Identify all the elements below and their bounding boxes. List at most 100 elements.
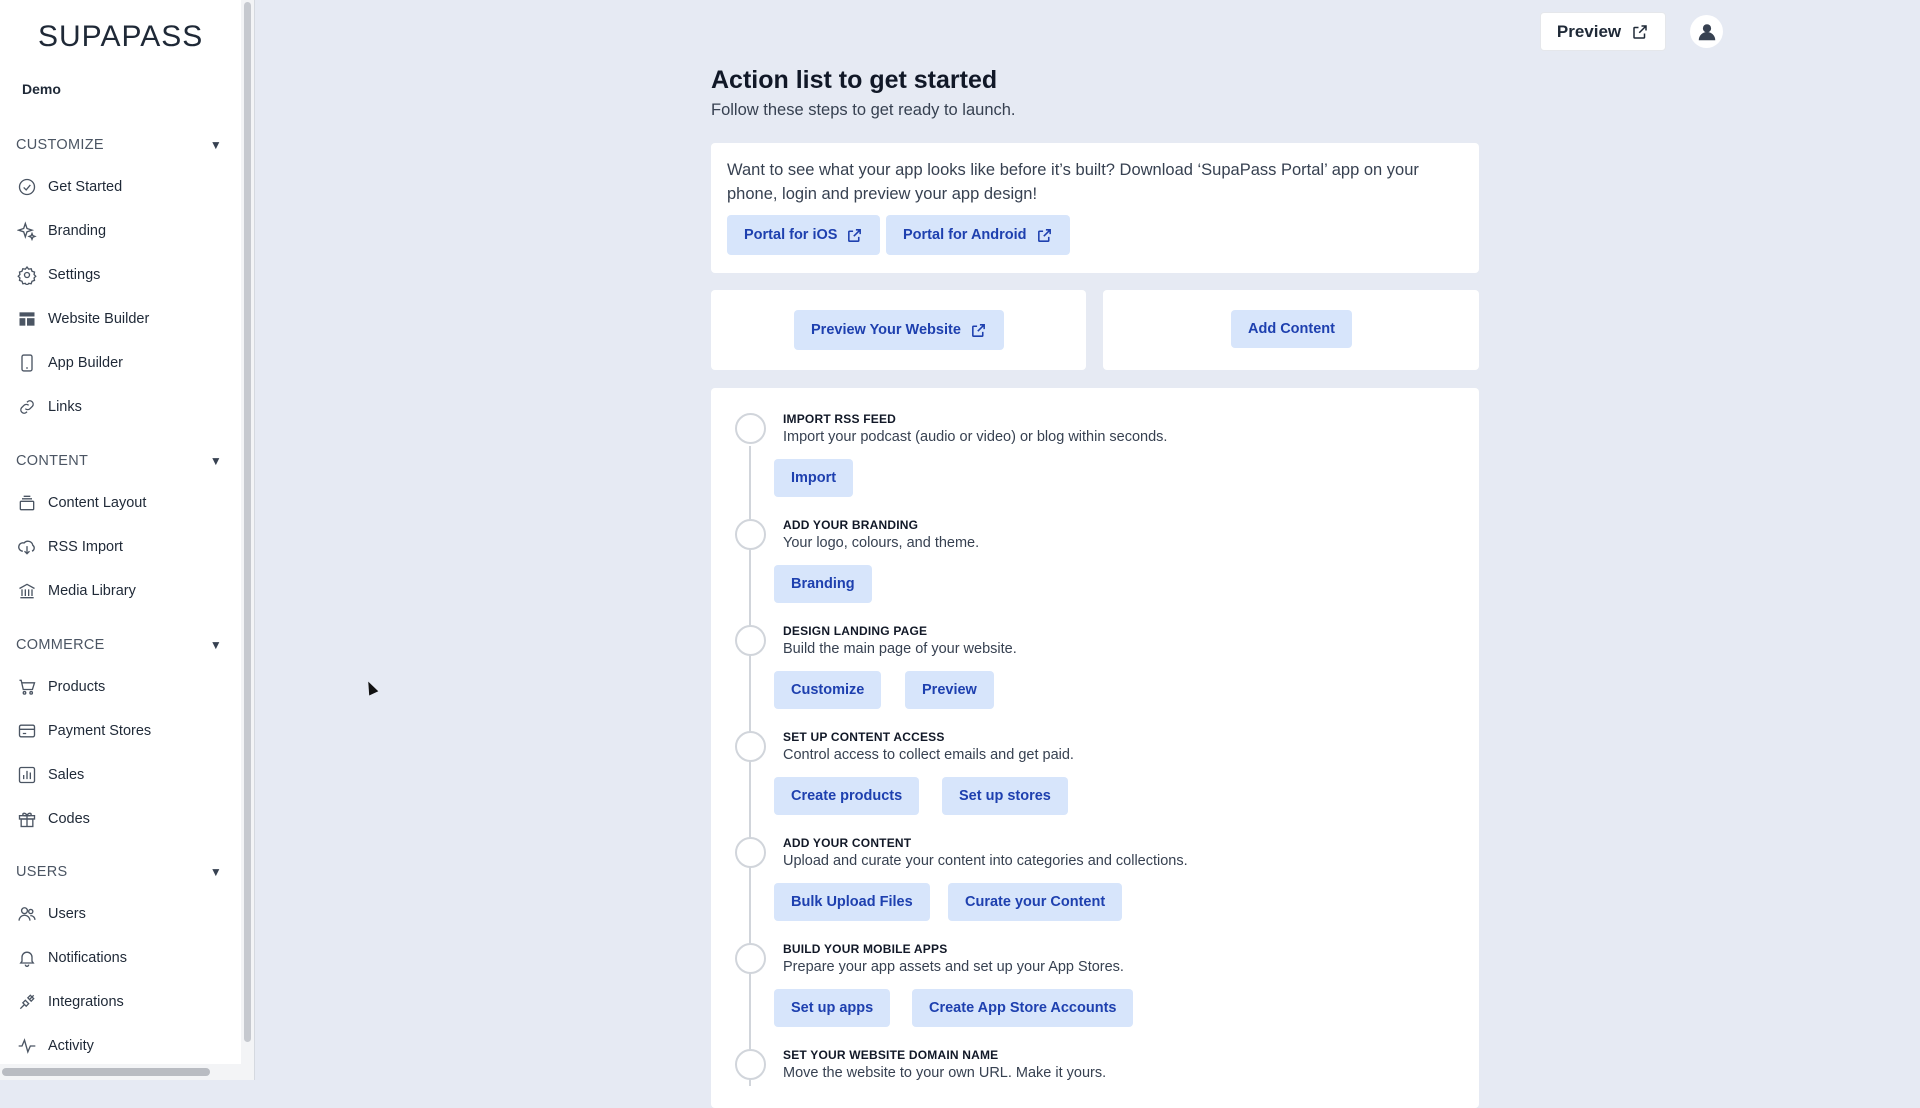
sidebar-item-label: Users — [48, 906, 86, 922]
sidebar-item-integrations[interactable]: Integrations — [16, 987, 226, 1017]
step-status-circle[interactable] — [735, 625, 766, 656]
set-up-apps-button[interactable]: Set up apps — [774, 989, 891, 1027]
step-status-circle[interactable] — [735, 731, 766, 762]
sidebar-item-app-builder[interactable]: App Builder — [16, 348, 226, 378]
sidebar-item-label: Media Library — [48, 583, 136, 599]
section-commerce-toggle[interactable]: COMMERCE ▼ — [16, 635, 226, 655]
page-title: Action list to get started — [711, 66, 998, 94]
sidebar-item-notifications[interactable]: Notifications — [16, 943, 226, 973]
sidebar-item-payment-stores[interactable]: Payment Stores — [16, 716, 226, 746]
portal-card: Want to see what your app looks like bef… — [711, 143, 1479, 273]
bell-icon — [16, 947, 38, 969]
set-up-stores-button[interactable]: Set up stores — [942, 777, 1068, 815]
sidebar-item-label: Products — [48, 679, 106, 695]
button-label: Branding — [791, 576, 855, 592]
gift-icon — [16, 808, 38, 830]
create-app-store-accounts-button[interactable]: Create App Store Accounts — [912, 989, 1134, 1027]
sidebar-item-media-library[interactable]: Media Library — [16, 576, 226, 606]
branding-button[interactable]: Branding — [774, 565, 872, 603]
sidebar-item-website-builder[interactable]: Website Builder — [16, 304, 226, 334]
landing-preview-button[interactable]: Preview — [905, 671, 994, 709]
sidebar-item-label: Sales — [48, 767, 85, 783]
sidebar-horizontal-scrollbar[interactable] — [0, 1064, 241, 1080]
step-status-circle[interactable] — [735, 837, 766, 868]
section-content-toggle[interactable]: CONTENT ▼ — [16, 451, 226, 471]
sidebar-item-label: Website Builder — [48, 311, 150, 327]
step-title: BUILD YOUR MOBILE APPS — [783, 942, 948, 956]
button-label: Portal for iOS — [744, 227, 838, 243]
caret-down-icon: ▼ — [209, 638, 222, 652]
add-content-card: Add Content — [1103, 290, 1479, 370]
curate-content-button[interactable]: Curate your Content — [948, 883, 1123, 921]
sidebar-item-label: Codes — [48, 811, 90, 827]
button-label: Preview Your Website — [811, 322, 961, 338]
bulk-upload-button[interactable]: Bulk Upload Files — [774, 883, 930, 921]
external-link-icon — [971, 323, 985, 337]
org-name: Demo — [22, 81, 61, 97]
app-logo: SUPAPASS — [38, 20, 204, 53]
preview-button[interactable]: Preview — [1540, 12, 1666, 51]
sidebar-item-users[interactable]: Users — [16, 899, 226, 929]
mouse-cursor-icon — [363, 679, 379, 696]
link-icon — [16, 396, 38, 418]
step-description: Prepare your app assets and set up your … — [783, 959, 1124, 975]
external-link-icon — [848, 228, 862, 242]
sidebar-item-content-layout[interactable]: Content Layout — [16, 488, 226, 518]
button-label: Portal for Android — [903, 227, 1027, 243]
step-status-circle[interactable] — [735, 413, 766, 444]
gear-icon — [16, 264, 38, 286]
button-label: Set up apps — [791, 1000, 874, 1016]
sidebar-item-settings[interactable]: Settings — [16, 260, 226, 290]
button-label: Import — [791, 470, 837, 486]
user-avatar[interactable] — [1690, 15, 1723, 48]
preview-website-button[interactable]: Preview Your Website — [794, 310, 1004, 350]
sidebar-item-get-started[interactable]: Get Started — [16, 172, 226, 202]
section-label: COMMERCE — [16, 637, 105, 653]
button-label: Set up stores — [959, 788, 1051, 804]
step-status-circle[interactable] — [735, 1049, 766, 1080]
portal-ios-button[interactable]: Portal for iOS — [727, 215, 881, 255]
page-subtitle: Follow these steps to get ready to launc… — [711, 101, 1016, 119]
sidebar-item-branding[interactable]: Branding — [16, 216, 226, 246]
external-link-icon — [1633, 24, 1647, 39]
step-status-circle[interactable] — [735, 519, 766, 550]
sidebar-item-activity[interactable]: Activity — [16, 1031, 226, 1061]
step-status-circle[interactable] — [735, 943, 766, 974]
sidebar-item-label: Activity — [48, 1038, 94, 1054]
sidebar-item-rss-import[interactable]: RSS Import — [16, 532, 226, 562]
sidebar-item-products[interactable]: Products — [16, 672, 226, 702]
step-description: Your logo, colours, and theme. — [783, 535, 980, 551]
add-content-button[interactable]: Add Content — [1231, 310, 1352, 348]
sidebar-item-label: Content Layout — [48, 495, 147, 511]
portal-android-button[interactable]: Portal for Android — [886, 215, 1070, 255]
section-users-toggle[interactable]: USERS ▼ — [16, 862, 226, 882]
step-description: Build the main page of your website. — [783, 641, 1017, 657]
section-customize-toggle[interactable]: CUSTOMIZE ▼ — [16, 135, 226, 155]
button-label: Create products — [791, 788, 903, 804]
sidebar-item-label: Settings — [48, 267, 101, 283]
button-label: Bulk Upload Files — [791, 894, 913, 910]
sidebar-item-sales[interactable]: Sales — [16, 760, 226, 790]
external-link-icon — [1037, 228, 1051, 242]
caret-down-icon: ▼ — [209, 865, 222, 879]
sidebar-item-codes[interactable]: Codes — [16, 804, 226, 834]
step-description: Move the website to your own URL. Make i… — [783, 1065, 1107, 1081]
portal-description: Want to see what your app looks like bef… — [727, 161, 1419, 203]
sidebar-item-label: Links — [48, 399, 82, 415]
sidebar-item-label: RSS Import — [48, 539, 123, 555]
import-button[interactable]: Import — [774, 459, 854, 497]
button-label: Add Content — [1248, 321, 1335, 337]
button-label: Preview — [922, 682, 977, 698]
section-label: CUSTOMIZE — [16, 137, 104, 153]
caret-down-icon: ▼ — [209, 454, 222, 468]
sidebar-item-links[interactable]: Links — [16, 392, 226, 422]
customize-button[interactable]: Customize — [774, 671, 882, 709]
step-title: SET YOUR WEBSITE DOMAIN NAME — [783, 1048, 999, 1062]
sidebar-vertical-scrollbar[interactable] — [241, 0, 255, 1080]
step-title: IMPORT RSS FEED — [783, 412, 897, 426]
scrollbar-thumb[interactable] — [244, 2, 251, 1042]
create-products-button[interactable]: Create products — [774, 777, 920, 815]
scrollbar-thumb[interactable] — [2, 1068, 210, 1076]
plug-icon — [16, 991, 38, 1013]
preview-label: Preview — [1556, 21, 1622, 41]
